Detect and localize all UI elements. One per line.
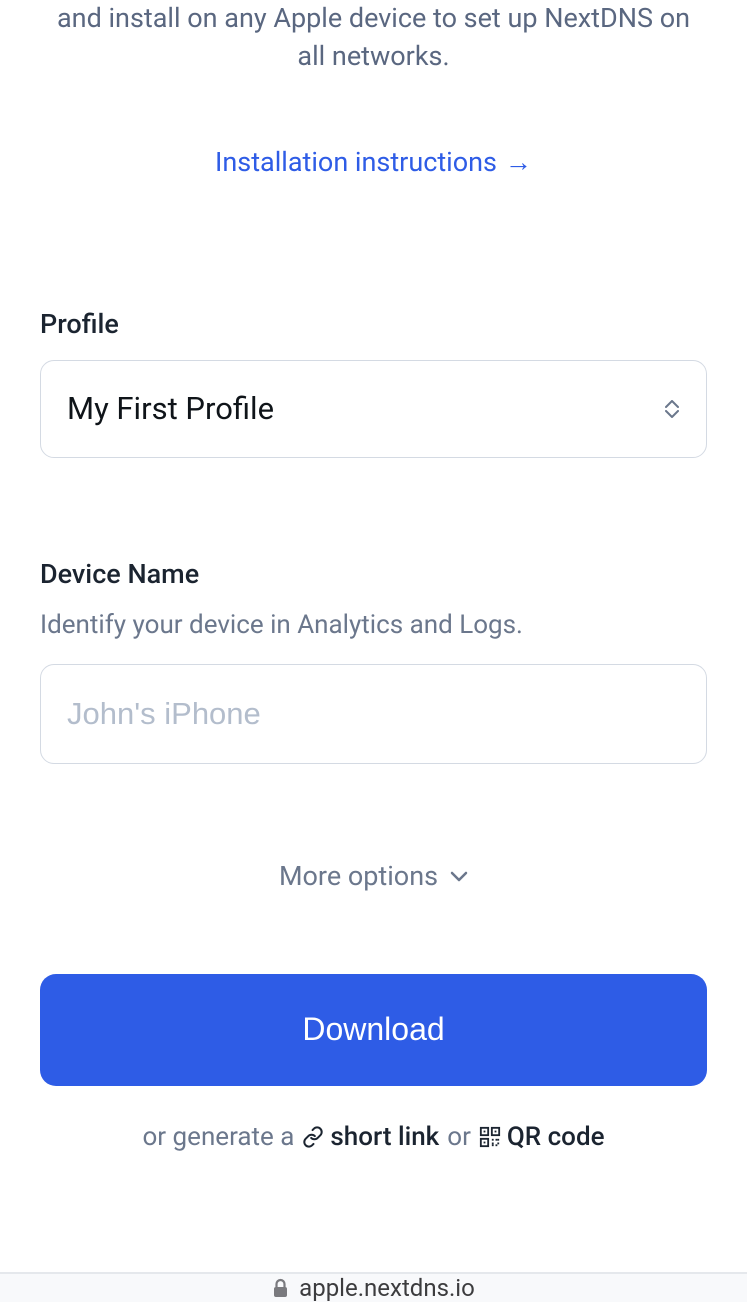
profile-label: Profile <box>40 308 707 340</box>
more-options-toggle[interactable]: More options <box>40 860 707 892</box>
profile-select[interactable]: My First Profile <box>40 360 707 458</box>
device-name-section: Device Name Identify your device in Anal… <box>40 558 707 764</box>
browser-url-bar[interactable]: apple.nextdns.io <box>0 1273 747 1302</box>
url-domain: apple.nextdns.io <box>299 1274 475 1302</box>
qr-code-icon <box>479 1126 501 1148</box>
device-name-label: Device Name <box>40 558 707 590</box>
chevron-down-icon <box>450 870 468 882</box>
generate-or: or <box>447 1122 471 1152</box>
generate-options-row: or generate a short link or <box>40 1122 707 1152</box>
profile-selected-value: My First Profile <box>67 390 274 427</box>
short-link-label: short link <box>330 1122 439 1152</box>
intro-description: and install on any Apple device to set u… <box>40 0 707 76</box>
more-options-label: More options <box>279 860 438 892</box>
installation-instructions-link[interactable]: Installation instructions → <box>40 146 707 178</box>
qr-code-label: QR code <box>507 1122 605 1152</box>
generate-prefix: or generate a <box>142 1122 294 1152</box>
short-link-button[interactable]: short link <box>302 1122 439 1152</box>
qr-code-button[interactable]: QR code <box>479 1122 605 1152</box>
link-icon <box>302 1126 324 1148</box>
instructions-link-label: Installation instructions <box>215 146 497 178</box>
arrow-right-icon: → <box>505 146 532 178</box>
device-name-input[interactable] <box>40 664 707 764</box>
download-button[interactable]: Download <box>40 974 707 1086</box>
lock-icon <box>272 1278 289 1298</box>
device-name-sublabel: Identify your device in Analytics and Lo… <box>40 610 707 640</box>
profile-section: Profile My First Profile <box>40 308 707 458</box>
